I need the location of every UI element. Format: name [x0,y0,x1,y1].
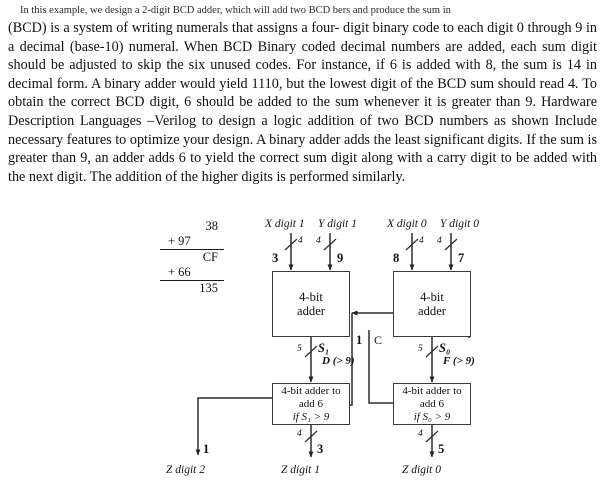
corrector-high-line2: add 6 [298,397,324,410]
article-text: In this example, we design a 2-digit BCD… [0,0,605,186]
adder-box-high: 4-bit adder [272,271,350,337]
corrector-high-line3: if S₁ > 9 [292,410,330,423]
output-value-z0: 5 [438,442,445,456]
output-width-z0: 4 [418,429,423,439]
bus-width-x1: 4 [298,236,303,246]
input-value-y0: 7 [458,251,465,265]
corrector-high-line1: 4-bit adder to [281,384,341,397]
corrector-box-low: 4-bit adder to add 6 if S₀ > 9 [393,383,471,425]
carry-label-c: C [374,333,383,347]
sum-name-s0: S₀ [439,341,451,355]
input-value-x1: 3 [272,251,279,265]
corrector-low-line1: 4-bit adder to [402,384,462,397]
bcd-adder-diagram: 38 + 97 CF + 66 135 X digit 1 Y digit 1 … [0,205,605,504]
output-label-z-digit-2: Z digit 2 [166,464,205,476]
input-label-y-digit-1: Y digit 1 [318,218,357,230]
sum-width-s1: 5 [297,344,302,354]
sum-note-d: D (> 9) [322,355,355,367]
output-label-z-digit-0: Z digit 0 [402,464,441,476]
corrector-low-line2: add 6 [419,397,445,410]
intro-paragraph: In this example, we design a 2-digit BCD… [20,5,451,16]
adder-box-low: 4-bit adder [393,271,471,337]
wiring-lines [195,233,470,458]
output-width-z1: 4 [297,429,302,439]
adder-low-line1: 4-bit [420,289,444,304]
input-value-y1: 9 [337,251,344,265]
corrector-box-high: 4-bit adder to add 6 if S₁ > 9 [272,383,350,425]
adder-high-line2: adder [297,304,325,318]
carry-value: 1 [356,333,363,347]
adder-high-line1: 4-bit [299,289,323,304]
output-value-z1: 3 [317,442,324,456]
sum-note-f: F (> 9) [443,355,475,367]
bus-width-y0: 4 [437,236,442,246]
sum-width-s0: 5 [418,344,423,354]
input-label-x-digit-0: X digit 0 [387,218,427,230]
sum-name-s1: S₁ [318,341,330,355]
bus-width-x0: 4 [419,236,424,246]
body-paragraph: (BCD) is a system of writing numerals th… [8,20,597,185]
corrector-low-line3: if S₀ > 9 [413,410,451,423]
output-value-z2: 1 [203,442,210,456]
output-label-z-digit-1: Z digit 1 [281,464,320,476]
bus-width-y1: 4 [316,236,321,246]
input-value-x0: 8 [393,251,400,265]
adder-low-line2: adder [418,304,446,318]
wire-carry-stem [369,313,393,405]
input-label-y-digit-0: Y digit 0 [440,218,479,230]
input-label-x-digit-1: X digit 1 [265,218,305,230]
